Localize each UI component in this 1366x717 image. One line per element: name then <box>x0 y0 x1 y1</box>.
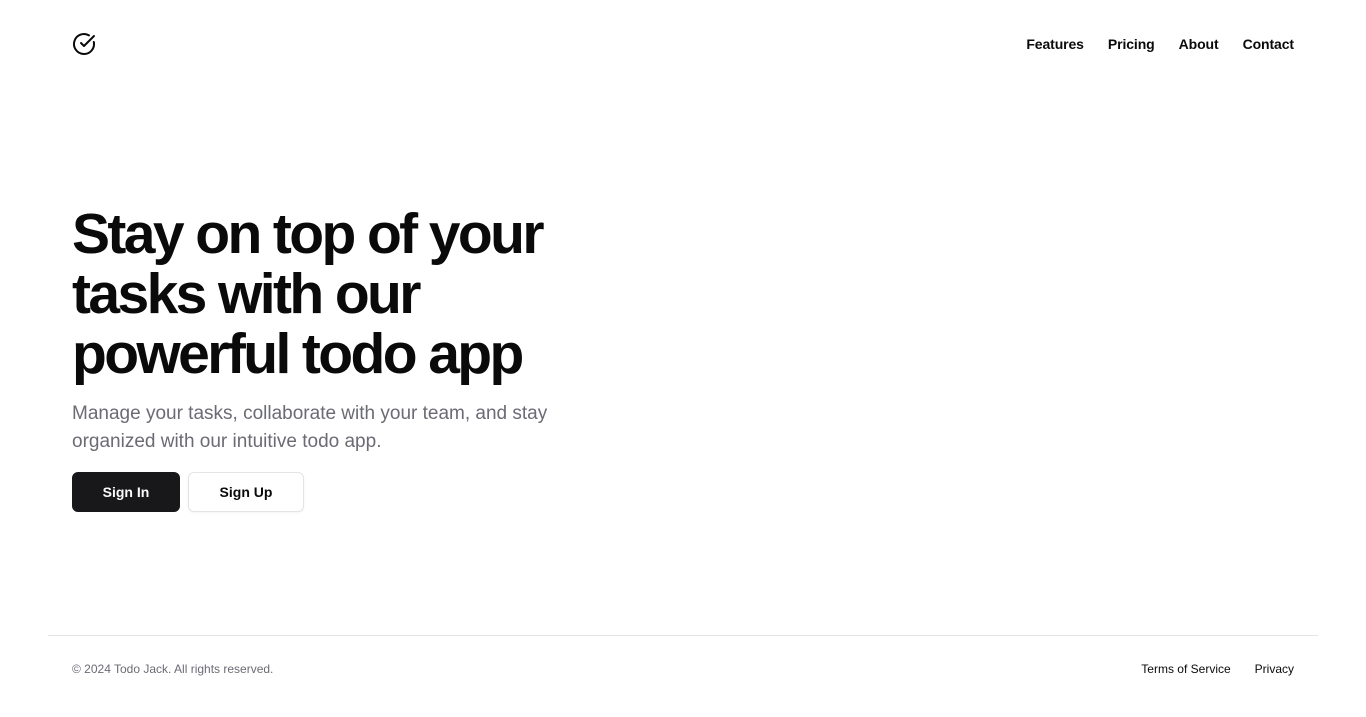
main-nav: Features Pricing About Contact <box>1026 34 1294 54</box>
hero-actions: Sign In Sign Up <box>72 472 612 512</box>
footer-links: Terms of Service Privacy <box>1141 660 1294 678</box>
copyright-text: © 2024 Todo Jack. All rights reserved. <box>72 662 274 676</box>
hero-title: Stay on top of your tasks with our power… <box>72 202 545 386</box>
terms-of-service-link[interactable]: Terms of Service <box>1141 660 1230 678</box>
hero-section: Stay on top of your tasks with our power… <box>72 204 612 512</box>
footer-divider <box>48 635 1318 636</box>
hero-subtitle: Manage your tasks, collaborate with your… <box>72 403 548 452</box>
nav-link-features[interactable]: Features <box>1026 34 1084 54</box>
circle-check-icon[interactable] <box>72 32 96 56</box>
site-footer: © 2024 Todo Jack. All rights reserved. T… <box>72 660 1294 678</box>
sign-up-button[interactable]: Sign Up <box>188 472 304 512</box>
nav-link-pricing[interactable]: Pricing <box>1108 34 1155 54</box>
nav-link-about[interactable]: About <box>1179 34 1219 54</box>
privacy-link[interactable]: Privacy <box>1255 660 1294 678</box>
nav-link-contact[interactable]: Contact <box>1243 34 1295 54</box>
sign-in-button[interactable]: Sign In <box>72 472 180 512</box>
site-header: Features Pricing About Contact <box>0 0 1366 88</box>
